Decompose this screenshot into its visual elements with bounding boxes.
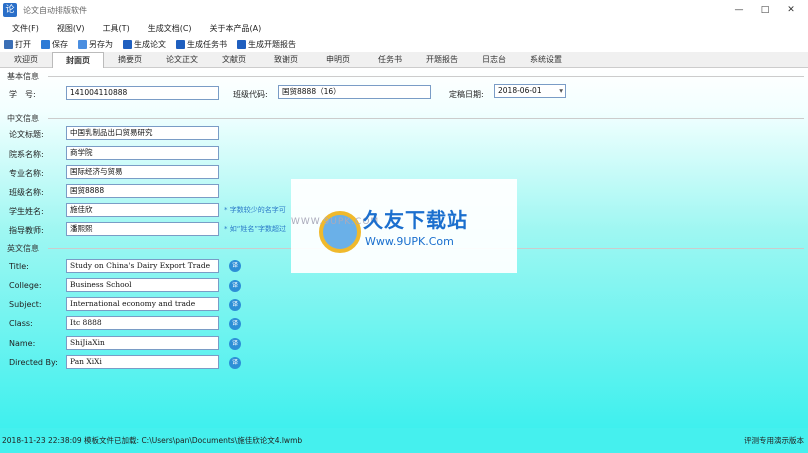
tab-settings[interactable]: 系统设置 xyxy=(520,52,572,68)
tab-declaration[interactable]: 申明页 xyxy=(312,52,364,68)
close-button[interactable]: ✕ xyxy=(778,0,804,20)
translate-title-button[interactable]: 译 xyxy=(229,260,241,272)
en-title-label: Title: xyxy=(9,262,29,271)
translate-college-button[interactable]: 译 xyxy=(229,280,241,292)
tab-assignment[interactable]: 任务书 xyxy=(364,52,416,68)
window-controls: — □ ✕ xyxy=(726,0,804,20)
folder-open-icon xyxy=(4,39,13,49)
advisor-label: 指导教师: xyxy=(9,226,44,235)
section-chinese-info: 中文信息 xyxy=(7,114,39,123)
tab-bar: 欢迎页 封面页 摘要页 论文正文 文献页 致谢页 申明页 任务书 开题报告 日志… xyxy=(0,51,808,68)
watermark-url: Www.9UPK.Com xyxy=(365,235,454,248)
name-hint: * 字数较少的名字可 xyxy=(224,206,286,214)
toolbar: 打开 保存 另存为 生成论文 生成任务书 生成开题报告 xyxy=(0,36,808,52)
en-directed-by-label: Directed By: xyxy=(9,358,58,367)
tab-references[interactable]: 文献页 xyxy=(208,52,260,68)
tab-body[interactable]: 论文正文 xyxy=(156,52,208,68)
translate-name-button[interactable]: 译 xyxy=(229,338,241,350)
section-divider xyxy=(48,118,804,119)
save-button[interactable]: 保存 xyxy=(41,39,68,50)
section-divider xyxy=(48,76,804,77)
en-college-label: College: xyxy=(9,281,42,290)
class-name-label: 班级名称: xyxy=(9,188,44,197)
class-name-input[interactable]: 国贸8888 xyxy=(66,184,219,198)
tab-cover[interactable]: 封面页 xyxy=(52,51,104,68)
date-value: 2018-06-01 xyxy=(498,86,542,95)
tab-log[interactable]: 日志台 xyxy=(468,52,520,68)
major-input[interactable]: 国际经济与贸易 xyxy=(66,165,219,179)
en-college-input[interactable]: Business School xyxy=(66,278,219,292)
tab-welcome[interactable]: 欢迎页 xyxy=(0,52,52,68)
app-icon: 论 xyxy=(3,3,17,17)
window-title: 论文自动排版软件 xyxy=(23,5,87,15)
major-label: 专业名称: xyxy=(9,169,44,178)
generate-proposal-label: 生成开题报告 xyxy=(248,39,296,49)
student-name-label: 学生姓名: xyxy=(9,207,44,216)
thesis-title-label: 论文标题: xyxy=(9,130,44,139)
title-bar: 论 论文自动排版软件 — □ ✕ xyxy=(0,0,808,20)
tab-acknowledgement[interactable]: 致谢页 xyxy=(260,52,312,68)
translate-directed-by-button[interactable]: 译 xyxy=(229,357,241,369)
department-input[interactable]: 商学院 xyxy=(66,146,219,160)
class-code-input[interactable]: 国贸8888（16） xyxy=(278,85,431,99)
en-title-input[interactable]: Study on China's Dairy Export Trade xyxy=(66,259,219,273)
version-badge: 评测专用演示版本 xyxy=(744,436,804,445)
document-icon xyxy=(237,39,246,49)
tab-proposal[interactable]: 开题报告 xyxy=(416,52,468,68)
en-directed-by-input[interactable]: Pan XiXi xyxy=(66,355,219,369)
student-id-input[interactable]: 141004110888 xyxy=(66,86,219,100)
class-code-label: 班级代码: xyxy=(233,90,268,99)
generate-task-button[interactable]: 生成任务书 xyxy=(176,39,227,50)
document-icon xyxy=(123,39,132,49)
status-bar: 2018-11-23 22:38:09 模板文件已加载: C:\Users\pa… xyxy=(0,428,808,453)
save-as-icon xyxy=(78,39,87,49)
en-name-label: Name: xyxy=(9,339,36,348)
menu-bar: 文件(F) 视图(V) 工具(T) 生成文档(C) 关于本产品(A) xyxy=(0,20,808,36)
en-subject-input[interactable]: International economy and trade xyxy=(66,297,219,311)
menu-tools[interactable]: 工具(T) xyxy=(103,23,130,34)
en-name-input[interactable]: ShiJiaXin xyxy=(66,336,219,350)
calendar-dropdown-icon[interactable]: ▾ xyxy=(559,85,563,97)
menu-generate[interactable]: 生成文档(C) xyxy=(148,23,192,34)
advisor-input[interactable]: 潘熙熙 xyxy=(66,222,219,236)
generate-task-label: 生成任务书 xyxy=(187,39,227,49)
save-as-button[interactable]: 另存为 xyxy=(78,39,113,50)
en-class-label: Class: xyxy=(9,319,33,328)
translate-subject-button[interactable]: 译 xyxy=(229,299,241,311)
translate-class-button[interactable]: 译 xyxy=(229,318,241,330)
save-as-label: 另存为 xyxy=(89,39,113,49)
save-icon xyxy=(41,39,50,49)
date-picker[interactable]: 2018-06-01 ▾ xyxy=(494,84,566,98)
menu-about[interactable]: 关于本产品(A) xyxy=(210,23,262,34)
menu-file[interactable]: 文件(F) xyxy=(12,23,39,34)
open-label: 打开 xyxy=(15,39,31,49)
generate-proposal-button[interactable]: 生成开题报告 xyxy=(237,39,296,50)
section-basic-info: 基本信息 xyxy=(7,72,39,81)
open-button[interactable]: 打开 xyxy=(4,39,31,50)
generate-thesis-button[interactable]: 生成论文 xyxy=(123,39,166,50)
en-subject-label: Subject: xyxy=(9,300,42,309)
advisor-hint: * 如“姓名”字数超过 xyxy=(224,225,286,233)
generate-thesis-label: 生成论文 xyxy=(134,39,166,49)
date-label: 定稿日期: xyxy=(449,90,484,99)
minimize-button[interactable]: — xyxy=(726,0,752,20)
department-label: 院系名称: xyxy=(9,150,44,159)
student-id-label: 学 号: xyxy=(9,90,36,99)
thesis-title-input[interactable]: 中国乳制品出口贸易研究 xyxy=(66,126,219,140)
document-icon xyxy=(176,39,185,49)
menu-view[interactable]: 视图(V) xyxy=(57,23,85,34)
tab-abstract[interactable]: 摘要页 xyxy=(104,52,156,68)
save-label: 保存 xyxy=(52,39,68,49)
watermark-overlay: WWW.9UPK.COM 久友下载站 Www.9UPK.Com xyxy=(291,179,517,273)
en-class-input[interactable]: Itc 8888 xyxy=(66,316,219,330)
student-name-input[interactable]: 施佳欣 xyxy=(66,203,219,217)
section-english-info: 英文信息 xyxy=(7,244,39,253)
status-message: 2018-11-23 22:38:09 模板文件已加载: C:\Users\pa… xyxy=(2,436,303,445)
maximize-button[interactable]: □ xyxy=(752,0,778,20)
watermark-title: 久友下载站 xyxy=(363,208,468,232)
